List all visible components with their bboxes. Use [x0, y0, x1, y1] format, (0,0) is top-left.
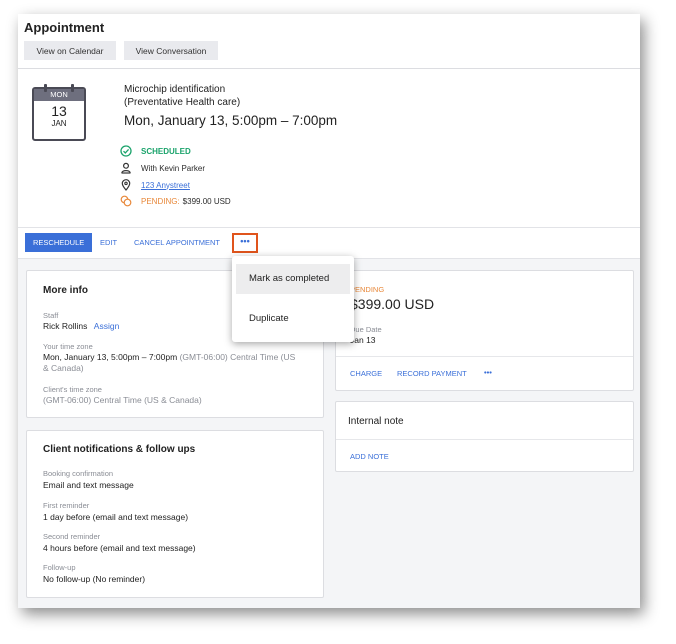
first-reminder-label: First reminder: [43, 501, 90, 510]
more-actions-button[interactable]: •••: [232, 233, 258, 253]
edit-button[interactable]: EDIT: [100, 238, 117, 247]
payment-card-divider: [336, 356, 633, 357]
check-circle-icon: [120, 145, 134, 157]
cancel-appointment-button[interactable]: CANCEL APPOINTMENT: [134, 238, 220, 247]
staff-text: With Kevin Parker: [141, 163, 206, 173]
your-timezone-value: Mon, January 13, 5:00pm – 7:00pm (GMT-06…: [43, 352, 315, 374]
client-timezone-label: Client's time zone: [43, 385, 102, 394]
appointment-summary: MON 13 JAN Microchip identification (Pre…: [18, 69, 640, 228]
internal-note-title: Internal note: [348, 416, 404, 427]
booking-confirmation-label: Booking confirmation: [43, 469, 114, 478]
payment-card: PENDING $399.00 USD Due Date Jan 13 CHAR…: [335, 270, 634, 391]
view-on-calendar-button[interactable]: View on Calendar: [24, 41, 116, 60]
more-info-title: More info: [43, 285, 88, 296]
payment-more-button[interactable]: •••: [484, 368, 492, 377]
mark-as-completed-option[interactable]: Mark as completed: [236, 264, 350, 294]
location-link[interactable]: 123 Anystreet: [141, 181, 190, 190]
add-note-button[interactable]: ADD NOTE: [350, 452, 389, 461]
location-pin-icon: [120, 179, 134, 191]
internal-note-card: Internal note ADD NOTE: [335, 401, 634, 472]
payment-card-amount: $399.00 USD: [350, 296, 435, 312]
calendar-month: JAN: [51, 119, 67, 128]
charge-button[interactable]: CHARGE: [350, 369, 382, 378]
appointment-datetime: Mon, January 13, 5:00pm – 7:00pm: [124, 113, 338, 128]
followup-label: Follow-up: [43, 563, 76, 572]
your-timezone-label: Your time zone: [43, 342, 93, 351]
coins-icon: [120, 195, 134, 207]
calendar-weekday: MON: [34, 89, 84, 101]
service-line-1: Microchip identification: [124, 84, 226, 95]
staff-row: With Kevin Parker: [120, 162, 205, 174]
second-reminder-value: 4 hours before (email and text message): [43, 543, 196, 553]
staff-name: Rick Rollins: [43, 321, 88, 331]
person-icon: [120, 162, 134, 174]
view-conversation-button[interactable]: View Conversation: [124, 41, 218, 60]
first-reminder-value: 1 day before (email and text message): [43, 512, 189, 522]
your-timezone-zone: (GMT-06:00) Central Time (US: [179, 352, 296, 362]
followup-value: No follow-up (No reminder): [43, 574, 146, 584]
staff-value: Rick Rollins Assign: [43, 321, 119, 332]
duplicate-option[interactable]: Duplicate: [236, 304, 350, 334]
status-row: SCHEDULED: [120, 145, 191, 157]
staff-label: Staff: [43, 311, 59, 320]
payment-row: PENDING: $399.00 USD: [120, 195, 231, 207]
your-timezone-time: Mon, January 13, 5:00pm – 7:00pm: [43, 352, 178, 362]
notifications-title: Client notifications & follow ups: [43, 444, 196, 455]
assign-link[interactable]: Assign: [94, 321, 120, 331]
page-title: Appointment: [24, 20, 105, 35]
due-date-label: Due Date: [350, 325, 382, 334]
record-payment-button[interactable]: RECORD PAYMENT: [397, 369, 467, 378]
client-timezone-value: (GMT-06:00) Central Time (US & Canada): [43, 395, 202, 405]
your-timezone-zone-cont: & Canada): [43, 363, 84, 373]
calendar-date-icon: MON 13 JAN: [32, 84, 86, 141]
notifications-card: Client notifications & follow ups Bookin…: [26, 430, 324, 598]
second-reminder-label: Second reminder: [43, 532, 101, 541]
payment-amount: $399.00 USD: [182, 196, 231, 206]
booking-confirmation-value: Email and text message: [43, 480, 134, 490]
calendar-ring-right: [71, 84, 74, 92]
payment-card-status: PENDING: [350, 285, 385, 294]
location-row: 123 Anystreet: [120, 179, 190, 191]
service-name: Microchip identification (Preventative H…: [124, 83, 240, 109]
calendar-ring-left: [44, 84, 47, 92]
status-badge: SCHEDULED: [141, 146, 191, 156]
action-bar: RESCHEDULE EDIT CANCEL APPOINTMENT •••: [18, 228, 640, 259]
appointment-header: Appointment View on Calendar View Conver…: [18, 14, 640, 69]
reschedule-button[interactable]: RESCHEDULE: [25, 233, 93, 252]
payment-status: PENDING:: [141, 196, 180, 206]
service-line-2: (Preventative Health care): [124, 97, 241, 108]
more-actions-dropdown: Mark as completed Duplicate: [232, 256, 354, 342]
internal-note-divider: [336, 439, 633, 440]
calendar-day: 13: [51, 103, 67, 119]
